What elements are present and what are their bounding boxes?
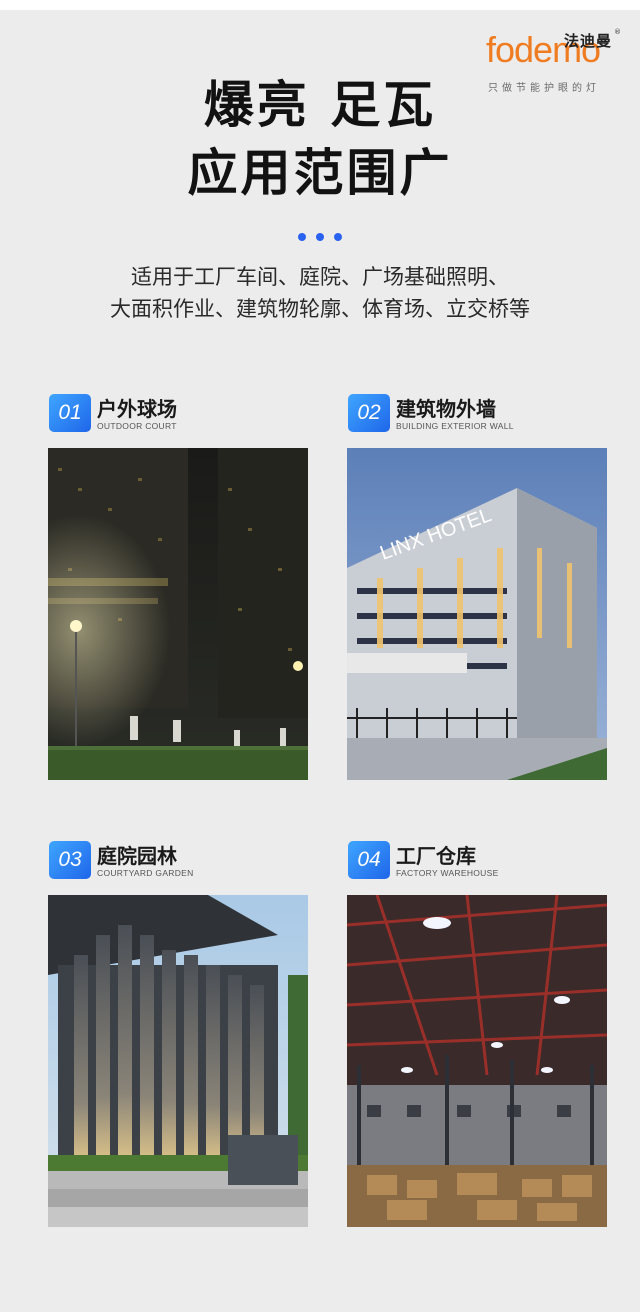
factory-warehouse-photo [347,895,607,1227]
top-band [0,0,640,10]
scene-number-badge: 04 [348,841,390,879]
scene-number-badge: 03 [49,841,91,879]
courtyard-garden-photo [48,895,308,1227]
headline-line-1: 爆亮 足瓦 [203,76,437,134]
scene-number-badge: 01 [49,394,91,432]
scene-subtitle: OUTDOOR COURT [97,421,177,431]
scene-subtitle: COURTYARD GARDEN [97,868,194,878]
dot-icon [298,233,306,241]
description-line-2: 大面积作业、建筑物轮廓、体育场、立交桥等 [110,297,530,321]
scene-title: 建筑物外墙 [396,397,496,421]
logo-chinese-name: 法迪曼 [564,32,613,50]
divider-dots [298,233,346,243]
headline-line-2: 应用范围广 [187,144,453,202]
dot-icon [334,233,342,241]
registered-mark: ® [614,28,621,36]
scene-number-badge: 02 [348,394,390,432]
dot-icon [316,233,324,241]
description-line-1: 适用于工厂车间、庭院、广场基础照明、 [131,265,509,289]
scene-title: 户外球场 [97,397,177,421]
scene-title: 工厂仓库 [396,844,476,868]
scene-title: 庭院园林 [97,844,177,868]
scene-subtitle: BUILDING EXTERIOR WALL [396,421,514,431]
outdoor-court-photo [48,448,308,780]
scene-subtitle: FACTORY WAREHOUSE [396,868,499,878]
building-exterior-photo: LINX HOTEL [347,448,607,780]
